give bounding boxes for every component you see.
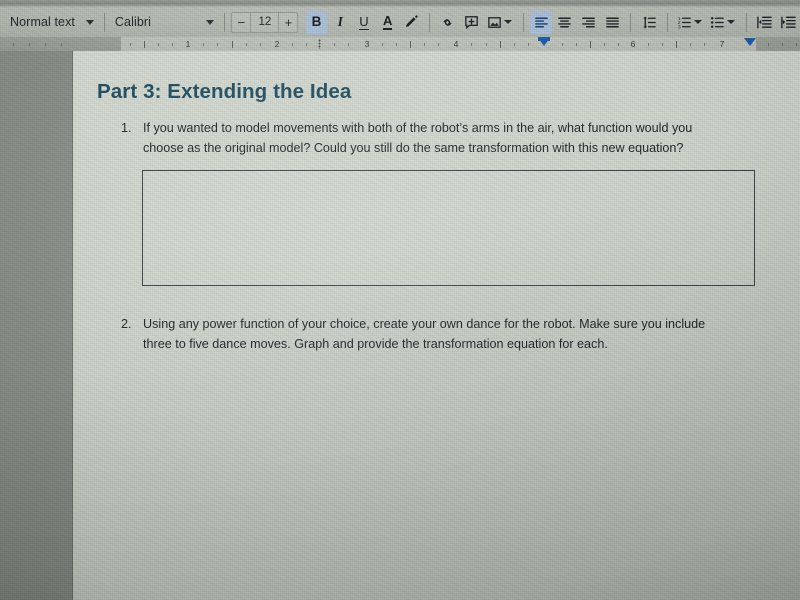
question-item-1: 1. If you wanted to model movements with…: [121, 118, 755, 158]
svg-text:3: 3: [678, 24, 681, 30]
ruler-number: 2: [274, 39, 280, 49]
ruler-right-margin: [756, 37, 800, 51]
align-justify-icon: [606, 17, 619, 27]
toolbar-divider: [224, 12, 226, 32]
ruler-number: 1: [185, 39, 191, 49]
first-line-indent-marker[interactable]: [538, 37, 550, 46]
ruler-left-offscreen: [0, 37, 73, 51]
chevron-down-icon: [503, 20, 512, 24]
ruler-number: 3: [364, 39, 370, 49]
toolbar-divider: [630, 12, 632, 32]
line-spacing-icon: [642, 15, 656, 29]
question-item-2: 2. Using any power function of your choi…: [121, 314, 755, 354]
font-size-stepper: − 12 +: [231, 11, 299, 33]
window-chrome-sliver: [0, 0, 800, 7]
ruler-number: 4: [453, 39, 459, 49]
question-line-1: Using any power function of your choice,…: [143, 317, 706, 331]
link-icon: [443, 18, 453, 26]
align-right-icon: [582, 17, 596, 27]
font-size-input[interactable]: 12: [251, 16, 278, 28]
toolbar-divider: [745, 12, 747, 32]
chevron-down-icon: [693, 20, 702, 24]
toolbar-divider: [666, 12, 668, 32]
insert-link-button[interactable]: [437, 11, 459, 34]
italic-button[interactable]: I: [329, 11, 351, 34]
highlighter-pen-icon: [406, 15, 418, 27]
question-line-2: choose as the original model? Could you …: [143, 141, 684, 155]
text-color-icon: A: [382, 13, 393, 30]
question-number: 1.: [121, 121, 132, 135]
ruler-tab-stop[interactable]: [318, 39, 321, 49]
page-title: Part 3: Extending the Idea: [97, 80, 352, 103]
screenshot-root: Normal text Calibri − 12 + B I U A 1 2 3…: [0, 0, 800, 600]
numbered-list-button[interactable]: 1 2 3: [675, 11, 706, 34]
toolbar-divider: [429, 12, 431, 32]
question-line-1: If you wanted to model movements with bo…: [143, 121, 693, 135]
image-icon: [487, 16, 501, 28]
ruler-number: 6: [630, 39, 636, 49]
paragraph-style-dropdown[interactable]: Normal text: [6, 10, 98, 34]
text-color-button[interactable]: A: [377, 11, 399, 34]
toolbar-divider: [522, 12, 524, 32]
align-left-icon: [534, 17, 548, 27]
align-center-button[interactable]: [554, 11, 576, 34]
bold-icon: B: [311, 14, 322, 30]
underline-button[interactable]: U: [353, 11, 375, 34]
ruler-left-margin: [73, 37, 121, 51]
increase-indent-button[interactable]: [777, 11, 799, 34]
answer-box[interactable]: [142, 170, 755, 286]
bulleted-list-icon: [710, 16, 724, 28]
question-number: 2.: [121, 317, 132, 331]
comment-plus-icon: [465, 15, 478, 29]
toolbar-divider: [104, 12, 105, 32]
decrease-indent-button[interactable]: [754, 11, 776, 34]
right-indent-marker[interactable]: [744, 38, 756, 46]
increase-font-size-button[interactable]: +: [278, 12, 297, 32]
bulleted-list-button[interactable]: [708, 11, 739, 34]
formatting-toolbar: Normal text Calibri − 12 + B I U A 1 2 3: [0, 7, 800, 37]
align-right-button[interactable]: [578, 11, 600, 34]
underline-icon: U: [359, 13, 369, 30]
bold-button[interactable]: B: [305, 10, 328, 34]
highlight-color-button[interactable]: [401, 11, 423, 34]
question-text: If you wanted to model movements with bo…: [143, 118, 755, 158]
chevron-down-icon: [726, 20, 735, 24]
paragraph-style-label: Normal text: [10, 15, 76, 29]
decrease-indent-icon: [757, 16, 772, 28]
decrease-font-size-button[interactable]: −: [232, 12, 252, 32]
line-spacing-button[interactable]: [638, 11, 660, 34]
add-comment-button[interactable]: [461, 11, 483, 34]
insert-image-button[interactable]: [485, 11, 516, 34]
font-family-dropdown[interactable]: Calibri: [111, 10, 218, 34]
increase-indent-icon: [780, 16, 796, 28]
numbered-list-icon: 1 2 3: [678, 15, 691, 30]
chevron-down-icon: [86, 19, 95, 25]
align-center-icon: [558, 17, 572, 27]
chevron-down-icon: [206, 19, 215, 25]
align-left-button[interactable]: [530, 10, 553, 34]
question-line-2: three to five dance moves. Graph and pro…: [143, 337, 608, 351]
question-text: Using any power function of your choice,…: [143, 314, 755, 354]
ruler-number: 7: [719, 39, 725, 49]
font-family-label: Calibri: [114, 15, 152, 29]
align-justify-button[interactable]: [602, 11, 624, 34]
italic-icon: I: [337, 14, 343, 30]
document-ruler[interactable]: 1 2 3 4 6 7: [0, 37, 800, 51]
